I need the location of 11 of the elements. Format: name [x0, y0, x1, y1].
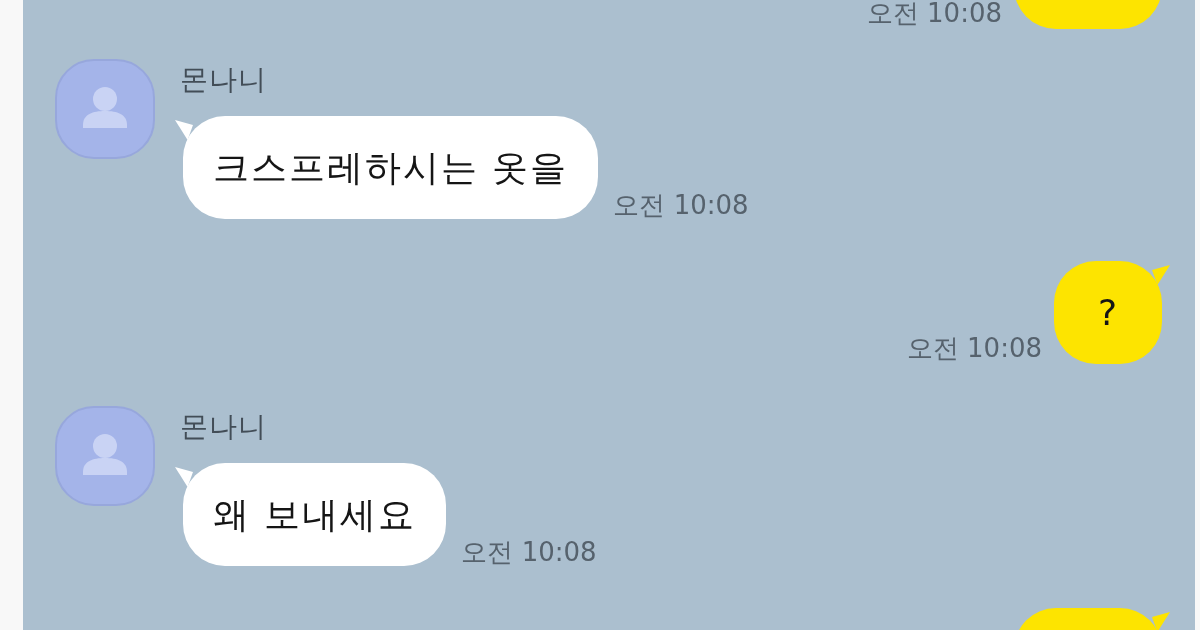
sender-name: 몬나니 [180, 410, 267, 444]
avatar-icon[interactable] [55, 406, 155, 506]
message-bubble: 왜 보내세요 [175, 463, 447, 566]
message-time: 오전 10:08 [906, 334, 1042, 362]
message-bubble: ? [1054, 261, 1170, 364]
message-time: 오전 10:08 [461, 538, 597, 566]
avatar-icon[interactable] [55, 59, 155, 159]
sender-name: 몬나니 [180, 63, 267, 97]
message-time: 오전 10:08 [866, 0, 1002, 27]
message-time: 오전 10:08 [613, 191, 749, 219]
message-bubble: 크스프레하시는 옷을 [175, 116, 599, 219]
